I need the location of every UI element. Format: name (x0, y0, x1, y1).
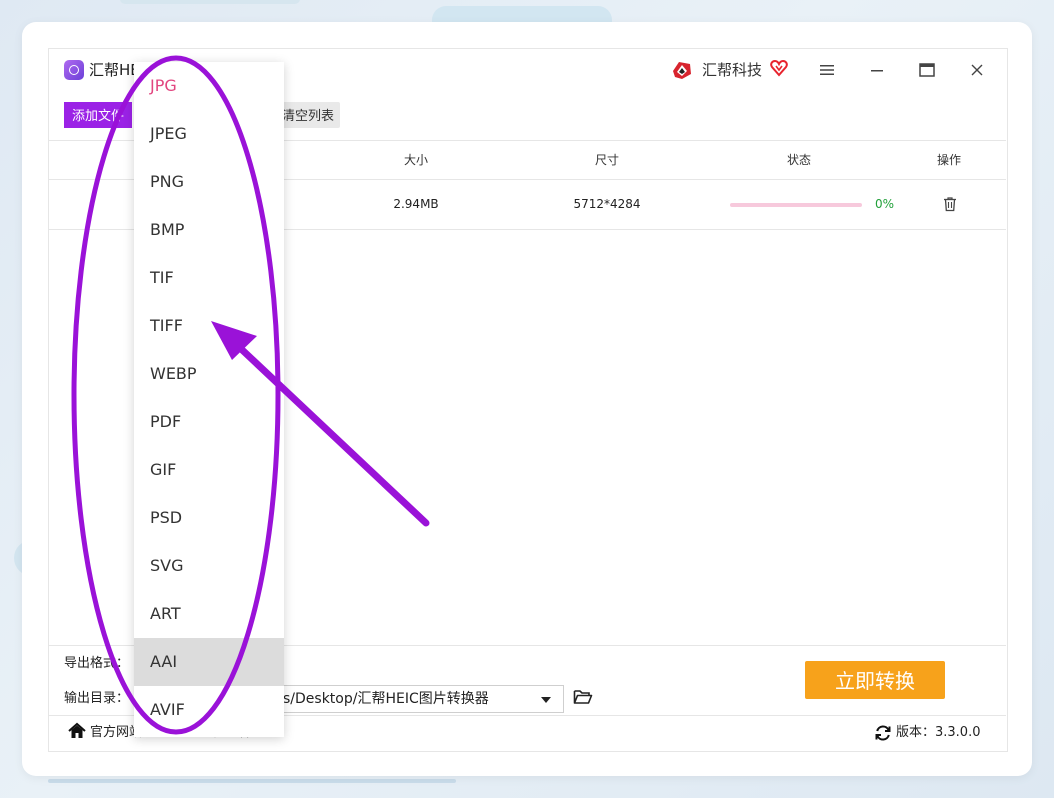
progress-text: 0% (875, 197, 895, 211)
convert-now-button[interactable]: 立即转换 (805, 661, 945, 699)
hamburger-icon (820, 65, 834, 75)
format-option-bmp[interactable]: BMP (134, 206, 284, 254)
format-dropdown[interactable]: JPG JPEG PNG BMP TIF TIFF WEBP PDF GIF PSD SVG ART A… (134, 62, 284, 737)
export-format-label: 导出格式： (64, 656, 130, 671)
format-option-tiff[interactable]: TIFF (134, 302, 284, 350)
format-option-tif[interactable]: TIF (134, 254, 284, 302)
caret-down-icon (541, 697, 551, 703)
minimize-icon (871, 70, 883, 72)
format-option-gif[interactable]: GIF (134, 446, 284, 494)
menu-button[interactable] (815, 58, 839, 82)
output-dir-value: s/Desktop/汇帮HEIC图片转换器 (283, 691, 489, 707)
file-dimensions: 5712*4284 (573, 197, 641, 211)
output-dir-label: 输出目录： (64, 691, 130, 706)
background-shape (120, 0, 300, 4)
format-option-png[interactable]: PNG (134, 158, 284, 206)
maximize-icon (919, 63, 935, 77)
minimize-button[interactable] (865, 58, 889, 82)
column-header-status: 状态 (786, 153, 812, 167)
format-option-svg[interactable]: SVG (134, 542, 284, 590)
maximize-button[interactable] (915, 58, 939, 82)
file-size: 2.94MB (393, 197, 439, 211)
version-text: 版本：3.3.0.0 (896, 725, 981, 740)
format-option-art[interactable]: ART (134, 590, 284, 638)
heart-icon[interactable] (770, 59, 788, 77)
format-option-pdf[interactable]: PDF (134, 398, 284, 446)
format-option-jpeg[interactable]: JPEG (134, 110, 284, 158)
column-header-action: 操作 (936, 153, 962, 167)
brand-logo-icon (673, 62, 691, 79)
format-option-jpg[interactable]: JPG (134, 62, 284, 110)
format-option-avif[interactable]: AVIF (134, 686, 284, 734)
close-button[interactable] (965, 58, 989, 82)
column-header-size: 大小 (403, 153, 429, 167)
folder-open-icon[interactable] (573, 688, 593, 706)
progress-bar (730, 203, 862, 207)
background-bar (48, 779, 456, 783)
home-icon[interactable] (68, 722, 86, 740)
format-option-aai[interactable]: AAI (134, 638, 284, 686)
add-file-button[interactable]: 添加文件 (64, 102, 132, 128)
format-option-psd[interactable]: PSD (134, 494, 284, 542)
trash-icon[interactable] (942, 196, 958, 212)
refresh-icon[interactable] (874, 724, 892, 742)
close-icon (971, 64, 983, 76)
column-header-dimensions: 尺寸 (594, 153, 620, 167)
brand-name: 汇帮科技 (702, 61, 763, 79)
format-option-webp[interactable]: WEBP (134, 350, 284, 398)
app-logo-icon (64, 60, 84, 80)
